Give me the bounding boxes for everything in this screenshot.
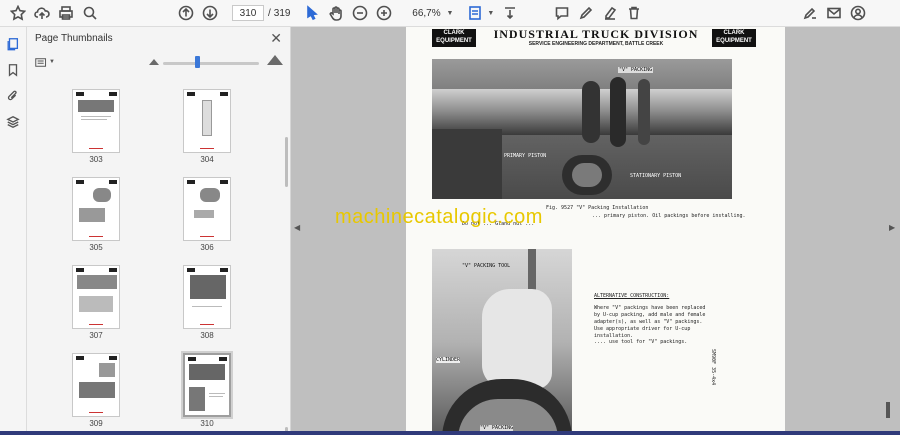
page-separator: / [268, 7, 271, 19]
document-page: CLARK EQUIPMENT CLARK EQUIPMENT INDUSTRI… [406, 27, 785, 435]
collapse-left-icon[interactable]: ◀ [294, 223, 300, 232]
close-icon[interactable]: ✕ [270, 30, 282, 47]
clark-logo-right: CLARK EQUIPMENT [712, 29, 756, 47]
main-toolbar: / 319 ▼ ▼ [0, 0, 900, 27]
document-scrollbar[interactable] [886, 402, 890, 418]
comment-icon[interactable] [550, 2, 574, 24]
highlight-icon[interactable] [598, 2, 622, 24]
thumbnail-label: 310 [200, 419, 214, 428]
zoom-in-icon[interactable] [372, 2, 396, 24]
thumb-size-large-icon[interactable] [267, 55, 283, 65]
thumbnail-scrollbar[interactable] [285, 137, 288, 187]
label-cylinder: CYLINDER [436, 357, 461, 363]
page-up-icon[interactable] [174, 2, 198, 24]
page-total: 319 [273, 7, 291, 19]
delete-icon[interactable] [622, 2, 646, 24]
label-packing-tool: "V" PACKING TOOL [462, 263, 511, 269]
sign-icon[interactable] [798, 2, 822, 24]
label-stationary-piston: STATIONARY PISTON [630, 173, 682, 179]
thumb-size-slider[interactable] [163, 62, 259, 65]
alt-construction-text-2: .... use tool for "V" packings. [594, 339, 688, 345]
zoom-dropdown-icon[interactable]: ▼ [446, 10, 453, 17]
thumbnail-label: 303 [89, 155, 103, 164]
page-thumbnail-selected[interactable] [181, 351, 233, 419]
page-header: INDUSTRIAL TRUCK DIVISION [493, 27, 699, 41]
thumbnail-label: 308 [200, 331, 214, 340]
thumb-size-knob[interactable] [195, 56, 200, 68]
figure-caption: Fig. 9527 "V" Packing Installation [546, 205, 649, 211]
page-thumbnail[interactable] [183, 265, 231, 329]
thumbnail-options-icon[interactable]: ▼ [35, 55, 55, 69]
bookmark-star-icon[interactable] [6, 2, 30, 24]
cloud-upload-icon[interactable] [30, 2, 54, 24]
zoom-out-icon[interactable] [348, 2, 372, 24]
hand-tool-icon[interactable] [324, 2, 348, 24]
account-icon[interactable] [846, 2, 870, 24]
page-thumbnail[interactable] [183, 89, 231, 153]
collapse-right-icon[interactable]: ▶ [889, 223, 895, 232]
thumb-size-small-icon[interactable] [149, 59, 159, 65]
alt-construction-text: Where "V" packings have been replaced by… [594, 305, 706, 339]
document-view: ◀ ▶ CLARK EQUIPMENT CLARK EQUIPMENT INDU… [291, 27, 900, 435]
packing-tool-photo: "V" PACKING TOOL CYLINDER "V" PACKING [432, 249, 572, 435]
scroll-mode-icon[interactable] [498, 2, 522, 24]
taskbar-strip [0, 431, 900, 435]
attachment-icon[interactable] [0, 83, 26, 109]
thumbnails-panel: Page Thumbnails ✕ ▼ 303 304 305 306 307 … [27, 27, 291, 435]
label-primary-piston: PRIMARY PISTON [504, 153, 547, 159]
zoom-input[interactable] [406, 5, 447, 21]
thumbnail-label: 306 [200, 243, 214, 252]
clark-logo-left: CLARK EQUIPMENT [432, 29, 476, 47]
page-thumbnail[interactable] [72, 177, 120, 241]
thumbnails-icon[interactable] [0, 31, 26, 57]
page-down-icon[interactable] [198, 2, 222, 24]
page-thumbnail[interactable] [183, 177, 231, 241]
thumbnail-label: 305 [89, 243, 103, 252]
page-number-input[interactable] [232, 5, 264, 21]
page-subheader: SERVICE ENGINEERING DEPARTMENT, BATTLE C… [528, 41, 664, 47]
thumbnail-tools: ▼ [27, 53, 290, 73]
page-thumbnail[interactable] [72, 265, 120, 329]
thumbnail-label: 307 [89, 331, 103, 340]
mail-icon[interactable] [822, 2, 846, 24]
thumbnail-label: 309 [89, 419, 103, 428]
print-icon[interactable] [54, 2, 78, 24]
select-arrow-icon[interactable] [300, 2, 324, 24]
label-v-packing: "V" PACKING [618, 67, 654, 73]
watermark-text: machinecatalogic.com [335, 206, 543, 228]
panel-title: Page Thumbnails [35, 33, 113, 44]
zoom-search-icon[interactable] [78, 2, 102, 24]
bookmark-icon[interactable] [0, 57, 26, 83]
page-thumbnail[interactable] [72, 353, 120, 417]
layers-icon[interactable] [0, 109, 26, 135]
pencil-icon[interactable] [574, 2, 598, 24]
fit-page-icon[interactable] [463, 2, 487, 24]
packing-photo: "V" PACKING PRIMARY PISTON STATIONARY PI… [432, 59, 732, 199]
thumbnail-label: 304 [200, 155, 214, 164]
fit-dropdown-icon[interactable]: ▼ [487, 10, 494, 17]
figure-text-1: ... primary piston. Oil packings before … [592, 213, 746, 219]
alt-construction-heading: ALTERNATIVE CONSTRUCTION: [594, 293, 670, 299]
side-code: SM90F 35-4x4 [710, 349, 716, 386]
left-nav-strip [0, 27, 27, 435]
page-thumbnail[interactable] [72, 89, 120, 153]
thumbnail-list: 303 304 305 306 307 308 309 310 [27, 77, 290, 435]
